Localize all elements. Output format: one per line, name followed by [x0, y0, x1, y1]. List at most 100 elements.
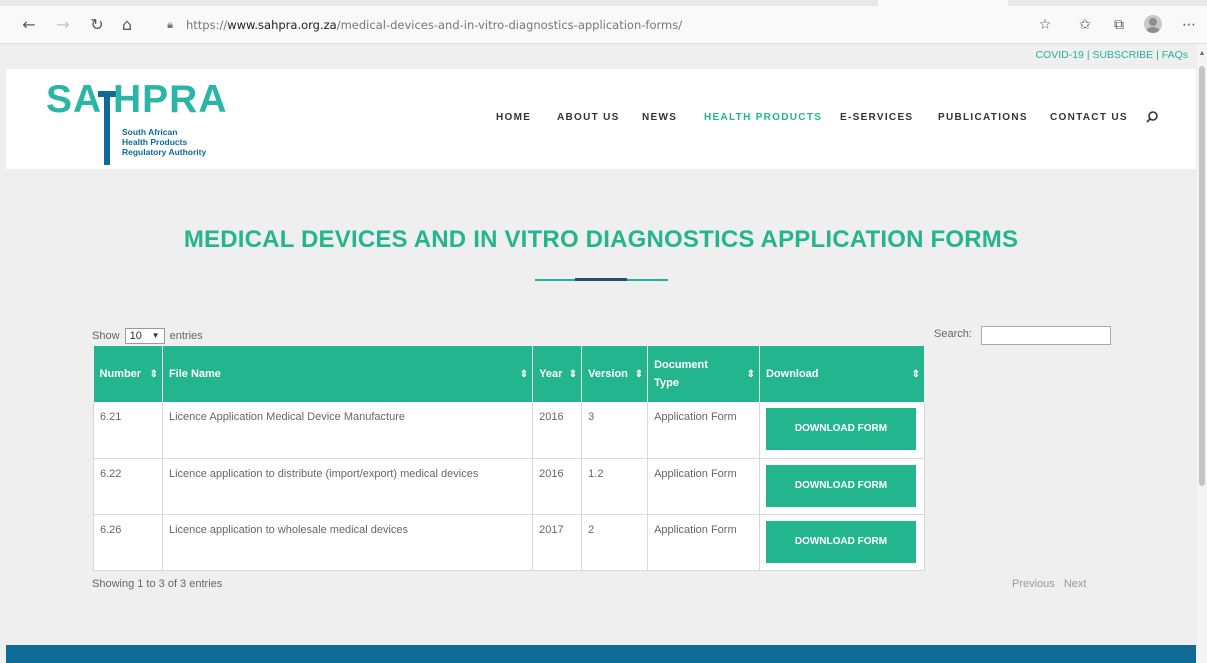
- cell-year: 2016: [532, 402, 583, 459]
- cell-download: DOWNLOAD FORM: [759, 402, 926, 459]
- nav-news[interactable]: NEWS: [642, 112, 677, 123]
- cell-version: 2: [581, 514, 649, 571]
- favorite-add-icon[interactable]: ☆: [1034, 14, 1056, 36]
- cell-number: 6.21: [93, 402, 163, 459]
- address-bar[interactable]: 🔒︎ https://www.sahpra.org.za/medical-dev…: [160, 13, 1000, 37]
- scrollbar-thumb[interactable]: [1199, 66, 1205, 486]
- column-header-version[interactable]: Version ⇕: [581, 346, 649, 402]
- nav-health-products[interactable]: HEALTH PRODUCTS: [704, 112, 822, 123]
- separator: |: [1086, 49, 1090, 61]
- cell-download: DOWNLOAD FORM: [759, 458, 926, 515]
- logo-text-hpra: HPRA: [113, 78, 228, 121]
- title-divider: [535, 278, 668, 281]
- forms-table: Number ⇕ File Name ⇕ Year ⇕ Version ⇕ Docume…: [93, 346, 926, 571]
- page-length-select[interactable]: 10 ▼: [124, 328, 165, 344]
- table-info: Showing 1 to 3 of 3 entries: [92, 578, 223, 590]
- top-bar: COVID-19 | SUBSCRIBE | FAQs: [6, 44, 1196, 69]
- scroll-up-icon[interactable]: ▲: [1197, 50, 1207, 57]
- home-icon[interactable]: ⌂: [116, 14, 138, 36]
- table-row: 6.26 Licence application to wholesale me…: [93, 514, 926, 571]
- table-row: 6.21 Licence Application Medical Device …: [93, 402, 926, 459]
- cell-document-type: Application Form: [647, 402, 760, 459]
- forward-icon[interactable]: →: [52, 14, 74, 36]
- column-header-document-type[interactable]: Document Type ⇕: [647, 346, 760, 402]
- show-label: Show: [92, 329, 120, 342]
- search-icon[interactable]: [1144, 109, 1160, 125]
- column-header-number-label: Number: [99, 368, 142, 380]
- column-header-document-type-line-2: Type: [654, 377, 679, 389]
- active-tab[interactable]: [878, 0, 1008, 6]
- more-icon[interactable]: ⋯: [1178, 14, 1200, 36]
- subscribe-link[interactable]: SUBSCRIBE: [1092, 49, 1153, 61]
- pagination: Previous Next: [1012, 578, 1092, 590]
- chevron-down-icon: ▼: [151, 331, 160, 340]
- previous-page-button[interactable]: Previous: [1012, 578, 1055, 590]
- back-icon[interactable]: ←: [18, 14, 40, 36]
- sort-icon: ⇕: [149, 369, 158, 380]
- cell-download: DOWNLOAD FORM: [759, 514, 926, 571]
- favorites-icon[interactable]: ✩: [1074, 14, 1096, 36]
- separator: |: [1156, 49, 1159, 61]
- column-header-year[interactable]: Year ⇕: [532, 346, 583, 402]
- download-form-button[interactable]: DOWNLOAD FORM: [765, 464, 916, 507]
- logo-subtitle: South African Health Products Regulatory…: [122, 127, 206, 157]
- download-form-button[interactable]: DOWNLOAD FORM: [765, 408, 916, 450]
- cell-number: 6.22: [93, 458, 163, 515]
- url-prefix: https://: [186, 18, 228, 32]
- column-header-download-label: Download: [765, 368, 819, 380]
- cell-file-name: Licence application to distribute (impor…: [162, 458, 534, 515]
- sahpra-logo[interactable]: SA HPRA South African Health Products Re…: [46, 77, 246, 167]
- download-form-button[interactable]: DOWNLOAD FORM: [765, 520, 916, 563]
- cell-document-type: Application Form: [647, 458, 760, 515]
- url-path: /medical-devices-and-in-vitro-diagnostic…: [336, 18, 683, 32]
- logo-line-1: South African: [122, 127, 178, 137]
- cell-version: 1.2: [581, 458, 649, 515]
- table-row: 6.22 Licence application to distribute (…: [93, 458, 926, 515]
- reload-icon[interactable]: ↻: [86, 14, 108, 36]
- cell-year: 2017: [532, 514, 583, 571]
- column-header-number[interactable]: Number ⇕: [93, 346, 163, 402]
- sort-icon: ⇕: [568, 369, 578, 380]
- browser-toolbar: ← → ↻ ⌂ 🔒︎ https://www.sahpra.org.za/med…: [0, 0, 1207, 44]
- cell-number: 6.26: [93, 514, 163, 571]
- faqs-link[interactable]: FAQs: [1162, 49, 1188, 61]
- cell-document-type: Application Form: [647, 514, 760, 571]
- table-search-input[interactable]: [981, 326, 1111, 345]
- page-title: MEDICAL DEVICES AND IN VITRO DIAGNOSTICS…: [183, 226, 1019, 253]
- logo-line-2: Health Products: [122, 137, 188, 147]
- entries-length-control: Show 10 ▼ entries: [92, 328, 203, 344]
- column-header-file-name[interactable]: File Name ⇕: [162, 346, 534, 402]
- page-scrollbar[interactable]: ▲: [1197, 44, 1207, 663]
- column-header-download[interactable]: Download ⇕: [759, 346, 926, 402]
- site-header: SA HPRA South African Health Products Re…: [6, 69, 1196, 169]
- nav-about-us[interactable]: ABOUT US: [557, 112, 620, 123]
- sort-icon: ⇕: [519, 369, 529, 380]
- cell-year: 2016: [532, 458, 583, 515]
- entries-label: entries: [169, 329, 203, 342]
- cell-version: 3: [581, 402, 649, 459]
- next-page-button[interactable]: Next: [1064, 578, 1087, 590]
- nav-contact-us[interactable]: CONTACT US: [1050, 112, 1128, 123]
- top-links: COVID-19 | SUBSCRIBE | FAQs: [1035, 49, 1188, 61]
- profile-icon[interactable]: [1144, 15, 1162, 33]
- nav-home[interactable]: HOME: [496, 112, 531, 123]
- sort-icon: ⇕: [911, 369, 920, 380]
- footer-band: [6, 645, 1196, 663]
- lock-icon[interactable]: 🔒︎: [160, 13, 180, 37]
- covid-link[interactable]: COVID-19: [1035, 49, 1083, 61]
- address-url[interactable]: https://www.sahpra.org.za/medical-device…: [186, 13, 682, 37]
- nav-e-services[interactable]: E-SERVICES: [840, 112, 913, 123]
- tab-strip: [0, 0, 1207, 6]
- column-header-year-label: Year: [539, 368, 563, 380]
- logo-bar: [104, 91, 110, 165]
- collections-icon[interactable]: ⧉: [1108, 14, 1130, 36]
- nav-publications[interactable]: PUBLICATIONS: [938, 112, 1028, 123]
- cell-file-name: Licence application to wholesale medical…: [162, 514, 534, 571]
- title-divider-accent: [575, 278, 627, 281]
- page-length-value: 10: [129, 330, 142, 342]
- sort-icon: ⇕: [746, 369, 755, 380]
- url-host: www.sahpra.org.za: [227, 18, 337, 32]
- logo-line-3: Regulatory Authority: [122, 147, 207, 157]
- logo-text-sa: SA: [46, 78, 103, 121]
- search-label: Search:: [934, 328, 972, 340]
